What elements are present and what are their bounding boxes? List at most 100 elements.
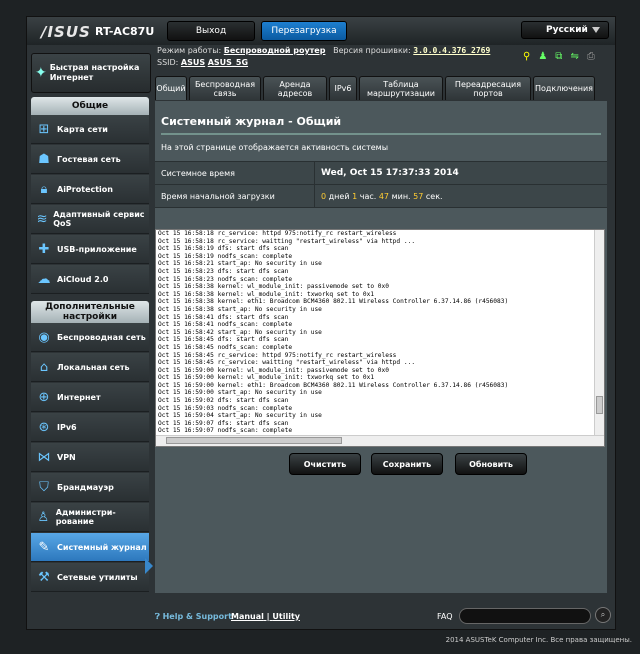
sidebar-item-firewall[interactable]: ⛉ Брандмауэр: [31, 473, 149, 502]
quick-setup-button[interactable]: ✦ Быстрая настройка Интернет: [31, 53, 151, 93]
log-line: Oct 15 16:59:02 dfs: start dfs scan: [158, 397, 289, 405]
tab-ipv6[interactable]: IPv6: [329, 76, 357, 100]
uptime-hours: 1: [352, 192, 358, 201]
sidebar-item-label: Брандмауэр: [57, 482, 114, 492]
uptime-seconds: 57: [413, 192, 424, 201]
tab-connections[interactable]: Подключения: [533, 76, 595, 100]
mode-link[interactable]: Беспроводной роутер: [224, 46, 326, 55]
page-description: На этой странице отображается активность…: [161, 143, 389, 152]
faq-search-input[interactable]: [459, 608, 591, 624]
network-status-icon[interactable]: ⧉: [555, 51, 562, 62]
system-time-label: Системное время: [161, 169, 235, 178]
ssid-link-5g[interactable]: ASUS_5G: [208, 58, 248, 67]
sidebar-item-guest-network[interactable]: ☗ Гостевая сеть: [31, 145, 149, 174]
reboot-button[interactable]: Перезагрузка: [261, 21, 347, 41]
system-log-textarea[interactable]: Oct 15 16:58:18 rc_service: httpd 975:no…: [155, 229, 605, 447]
sidebar-item-aicloud[interactable]: ☁ AiCloud 2.0: [31, 265, 149, 294]
chevron-down-icon: [592, 27, 600, 33]
general-section-header: Общие: [31, 97, 149, 115]
log-horizontal-scrollbar[interactable]: [156, 435, 604, 446]
help-support-link[interactable]: ❓︎ Help & Support: [155, 612, 232, 622]
system-log-icon: ✎: [38, 539, 50, 555]
language-label: Русский: [546, 25, 588, 35]
shield-icon: ⛉: [39, 479, 49, 495]
sidebar-item-system-log[interactable]: ✎ Системный журнал: [31, 533, 149, 562]
uptime-minutes: 47: [378, 192, 390, 201]
tab-general[interactable]: Общий: [155, 76, 187, 100]
sidebar-item-label: AiCloud 2.0: [57, 274, 109, 284]
log-line: Oct 15 16:58:41 nodfs_scan: complete: [158, 321, 293, 329]
sidebar-item-wan[interactable]: ⊕ Интернет: [31, 383, 149, 412]
status-icons: ⚲ ♟ ⧉ ⇋ ⎙: [523, 51, 595, 62]
router-status-icon[interactable]: ⚲: [523, 51, 530, 62]
scroll-thumb[interactable]: [166, 437, 342, 444]
sidebar-item-label: Беспроводная сеть: [57, 332, 146, 342]
ssid-link-24g[interactable]: ASUS: [181, 58, 205, 67]
log-line: Oct 15 16:58:21 start_ap: No security in…: [158, 260, 322, 268]
user-status-icon[interactable]: ♟: [538, 51, 547, 62]
sidebar-item-wireless[interactable]: ◉ Беспроводная сеть: [31, 323, 149, 352]
firmware-link[interactable]: 3.0.0.4.376_2769: [413, 46, 490, 55]
faq-label: FAQ: [437, 612, 453, 621]
tools-icon: ⚒: [38, 569, 50, 585]
log-line: Oct 15 16:58:18 rc_service: httpd 975:no…: [158, 230, 397, 237]
sidebar-item-label: USB-приложение: [57, 244, 137, 254]
save-log-button[interactable]: Сохранить: [371, 453, 443, 475]
sidebar-item-vpn[interactable]: ⋈ VPN: [31, 443, 149, 472]
asus-logo: /ISUS: [41, 23, 91, 41]
sidebar-item-lan[interactable]: ⌂ Локальная сеть: [31, 353, 149, 382]
log-line: Oct 15 16:59:03 nodfs_scan: complete: [158, 404, 293, 412]
clear-log-button[interactable]: Очистить: [289, 453, 361, 475]
refresh-log-button[interactable]: Обновить: [455, 453, 527, 475]
magic-wand-icon: ✦: [34, 65, 47, 81]
tab-port-forwarding[interactable]: Переадресация портов: [445, 76, 531, 100]
logout-button[interactable]: Выход: [167, 21, 255, 41]
home-icon: ⌂: [39, 359, 49, 375]
operation-mode-info: Режим работы: Беспроводной роутер Версия…: [157, 46, 490, 55]
page-title: Системный журнал - Общий: [161, 115, 342, 128]
utility-link[interactable]: Utility: [272, 612, 300, 621]
usb-status-icon[interactable]: ⇋: [570, 51, 578, 62]
sidebar-item-usb[interactable]: ✚ USB-приложение: [31, 235, 149, 264]
uptime-days-unit: дней: [328, 192, 350, 201]
tab-routing-table[interactable]: Таблица маршрутизации: [359, 76, 443, 100]
log-line: Oct 15 16:58:38 kernel: wl_module_init: …: [158, 290, 375, 298]
tab-dhcp-leases[interactable]: Аренда адресов: [263, 76, 327, 100]
log-line: Oct 15 16:58:45 rc_service: waitting "re…: [158, 359, 416, 367]
sidebar-item-ipv6[interactable]: ⊛ IPv6: [31, 413, 149, 442]
log-line: Oct 15 16:58:19 nodfs_scan: complete: [158, 252, 293, 260]
admin-user-icon: ♙: [37, 509, 50, 525]
printer-status-icon[interactable]: ⎙: [587, 51, 595, 62]
sidebar-item-administration[interactable]: ♙ Администри-рование: [31, 503, 149, 532]
router-frame: /ISUS RT-AC87U Выход Перезагрузка Русски…: [26, 16, 616, 630]
log-line: Oct 15 16:58:38 kernel: eth1: Broadcom B…: [158, 298, 509, 306]
sidebar-item-label: VPN: [57, 452, 76, 462]
log-line: Oct 15 16:58:23 dfs: start dfs scan: [158, 267, 289, 275]
sidebar-item-network-map[interactable]: ⊞ Карта сети: [31, 115, 149, 144]
log-line: Oct 15 16:58:19 dfs: start dfs scan: [158, 245, 289, 253]
copyright: 2014 ASUSTeK Computer Inc. Все права защ…: [445, 636, 632, 644]
system-time-value: Wed, Oct 15 17:37:33 2014: [321, 168, 459, 178]
lock-icon: 🔒︎: [40, 181, 48, 197]
sidebar-item-qos[interactable]: ≋ Адаптивный сервис QoS: [31, 205, 149, 234]
row-separator: [314, 162, 315, 184]
language-select[interactable]: Русский: [521, 21, 609, 39]
sidebar-item-aiprotection[interactable]: 🔒︎ AiProtection: [31, 175, 149, 204]
scroll-thumb[interactable]: [596, 396, 603, 414]
sidebar-item-network-tools[interactable]: ⚒ Сетевые утилиты: [31, 563, 149, 592]
log-line: Oct 15 16:58:42 start_ap: No security in…: [158, 328, 322, 336]
footer-bar: ❓︎ Help & Support Manual | Utility FAQ ⌕: [155, 607, 615, 625]
log-vertical-scrollbar[interactable]: [594, 230, 604, 436]
log-line: Oct 15 16:59:00 kernel: eth1: Broadcom B…: [158, 381, 509, 389]
search-icon[interactable]: ⌕: [595, 607, 611, 623]
vpn-icon: ⋈: [37, 449, 51, 465]
uptime-minutes-unit: мин.: [391, 192, 411, 201]
log-line: Oct 15 16:58:38 kernel: wl_module_init: …: [158, 283, 389, 291]
uptime-value: 0 дней 1 час. 47 мин. 57 сек.: [321, 192, 443, 201]
sidebar-item-label: IPv6: [57, 422, 77, 432]
log-line: Oct 15 16:59:07 dfs: start dfs scan: [158, 419, 289, 427]
manual-link[interactable]: Manual: [231, 612, 264, 621]
active-item-pointer: [145, 558, 153, 574]
tab-wireless[interactable]: Беспроводная связь: [189, 76, 261, 100]
help-icon: ❓︎: [155, 612, 160, 621]
